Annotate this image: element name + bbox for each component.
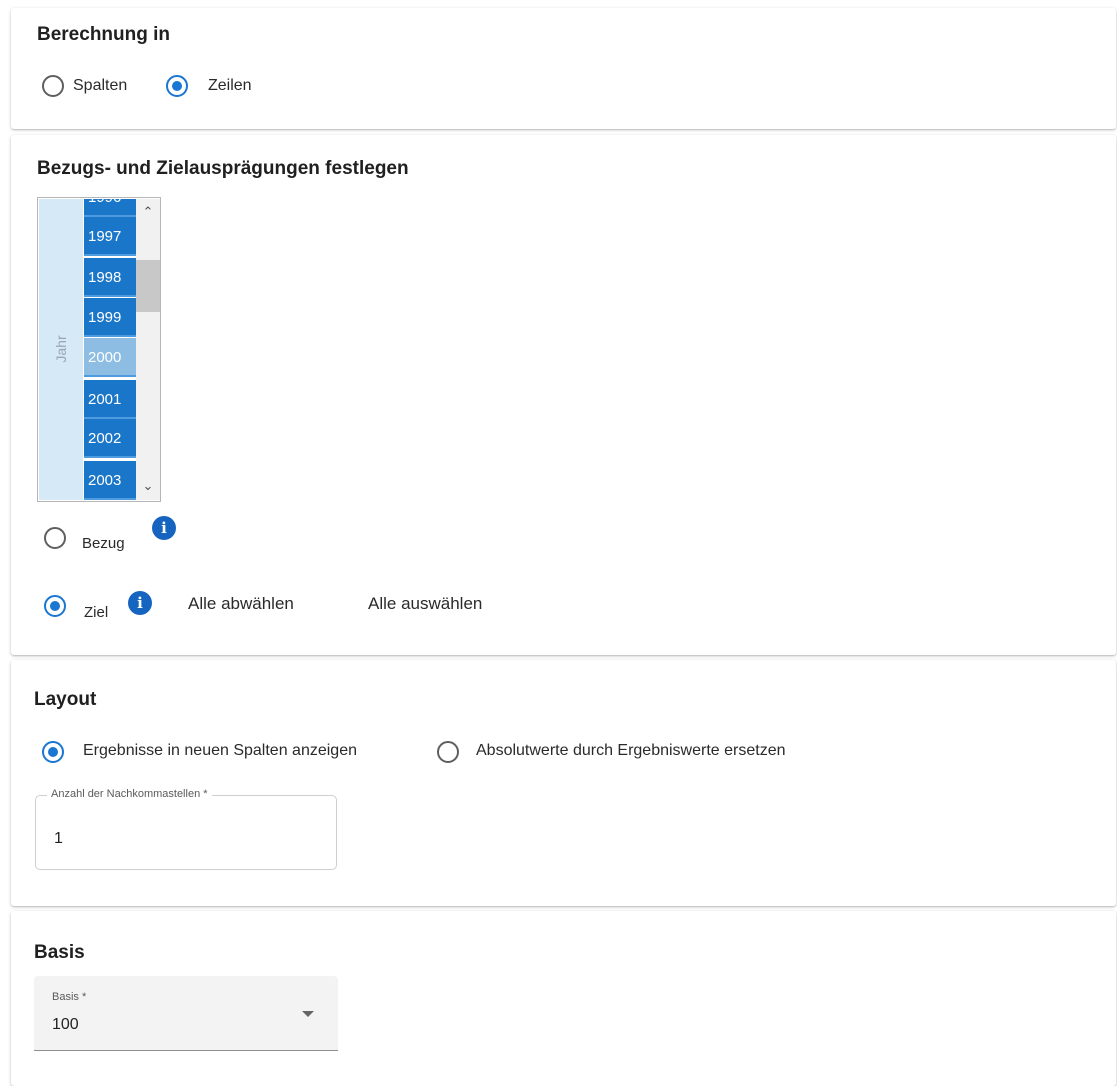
radio-absolutwerte-label[interactable]: Absolutwerte durch Ergebniswerte ersetze…	[476, 742, 786, 760]
year-item-2000[interactable]: 2000	[84, 338, 136, 377]
radio-neue-spalten[interactable]	[42, 741, 64, 763]
year-item-1999[interactable]: 1999	[84, 298, 136, 337]
year-item-partial[interactable]: 1996	[84, 199, 136, 217]
radio-neue-spalten-label[interactable]: Ergebnisse in neuen Spalten anzeigen	[83, 742, 357, 760]
deselect-all-button[interactable]: Alle abwählen	[188, 594, 294, 614]
dimension-column: Jahr	[39, 199, 83, 500]
radio-spalten[interactable]	[42, 75, 64, 97]
dropdown-arrow-icon[interactable]	[302, 1011, 314, 1017]
radio-bezug-label[interactable]: Bezug	[82, 535, 125, 552]
basis-select[interactable]: Basis * 100	[34, 976, 338, 1051]
year-selector[interactable]: Jahr 1996 1997 1998 1999 2000 2001 2002 …	[37, 197, 161, 502]
radio-ziel-label[interactable]: Ziel	[84, 604, 108, 621]
decimals-field-label: Anzahl der Nachkommastellen *	[47, 788, 212, 800]
basis-select-value: 100	[52, 1016, 79, 1033]
radio-bezug[interactable]	[44, 527, 66, 549]
bezug-ziel-title: Bezugs- und Zielausprägungen festlegen	[37, 158, 409, 179]
radio-spalten-label[interactable]: Spalten	[73, 77, 127, 95]
bezug-ziel-card	[11, 135, 1116, 655]
basis-select-label: Basis *	[52, 991, 87, 1003]
select-all-button[interactable]: Alle auswählen	[368, 594, 482, 614]
decimals-field-value[interactable]: 1	[54, 830, 63, 848]
dimension-label: Jahr	[53, 335, 69, 363]
basis-title: Basis	[34, 942, 85, 963]
bezug-info-icon[interactable]: i	[152, 516, 176, 540]
year-list[interactable]: 1996 1997 1998 1999 2000 2001 2002 2003	[84, 199, 136, 501]
year-item-2001[interactable]: 2001	[84, 380, 136, 419]
radio-zeilen-label[interactable]: Zeilen	[208, 77, 252, 95]
berechnung-card	[11, 8, 1116, 129]
year-item-1998[interactable]: 1998	[84, 258, 136, 297]
chevron-up-icon[interactable]: ⌃	[136, 203, 160, 221]
berechnung-title: Berechnung in	[37, 24, 171, 45]
ziel-info-icon[interactable]: i	[128, 591, 152, 615]
layout-title: Layout	[34, 689, 97, 710]
year-item-2003[interactable]: 2003	[84, 461, 136, 500]
radio-ziel[interactable]	[44, 595, 66, 617]
year-item-1997[interactable]: 1997	[84, 217, 136, 256]
scroll-thumb[interactable]	[136, 260, 160, 312]
radio-zeilen[interactable]	[166, 75, 188, 97]
chevron-down-icon[interactable]: ⌄	[136, 477, 160, 495]
year-item-2002[interactable]: 2002	[84, 419, 136, 458]
radio-absolutwerte[interactable]	[437, 741, 459, 763]
decimals-field[interactable]: Anzahl der Nachkommastellen * 1	[35, 788, 337, 870]
list-scrollbar[interactable]: ⌃ ⌄	[136, 199, 160, 500]
